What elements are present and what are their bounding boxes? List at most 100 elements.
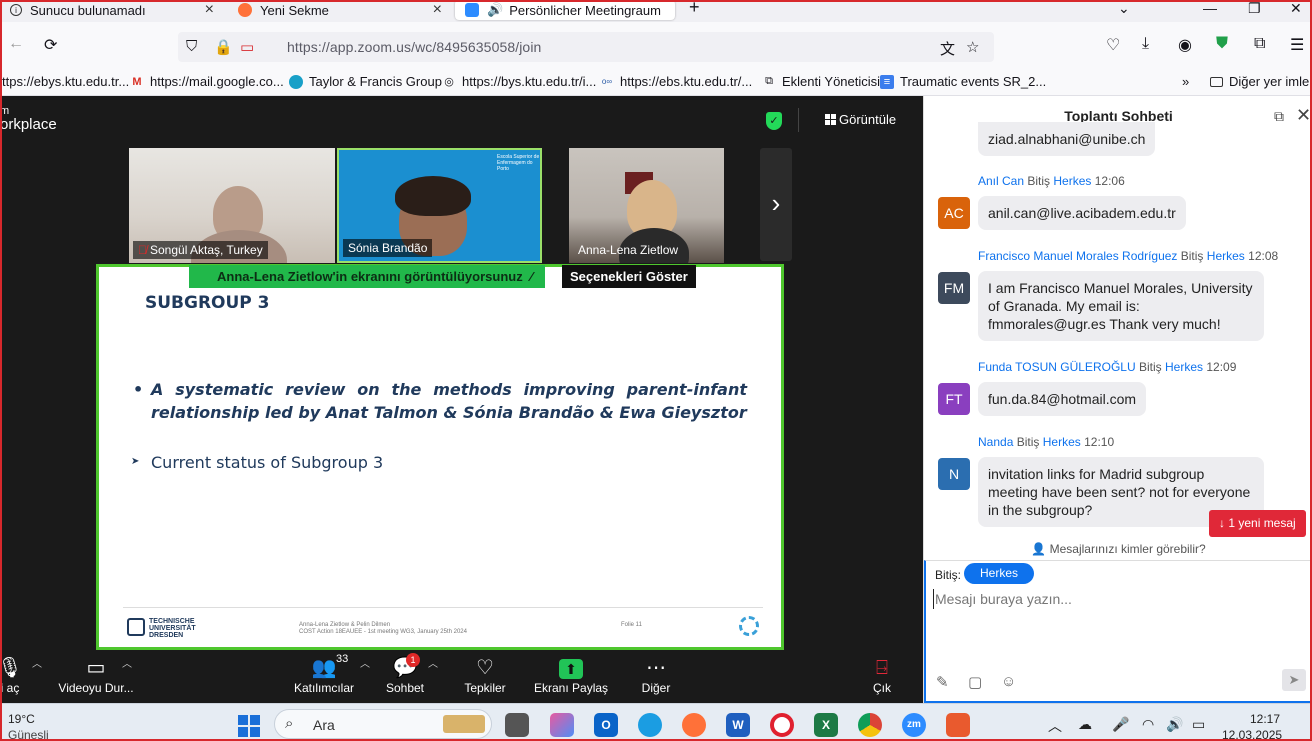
opera-icon[interactable] bbox=[770, 713, 794, 737]
tab-new-tab[interactable]: Yeni Sekme × bbox=[228, 0, 450, 20]
video-tile[interactable]: 🎙̸ Songül Aktaş, Turkey bbox=[129, 148, 335, 263]
close-tab-icon[interactable]: × bbox=[433, 1, 442, 19]
participants-count: 33 bbox=[336, 653, 349, 665]
share-arrow-icon: ⬆ bbox=[559, 659, 583, 679]
microphone-tray-icon[interactable]: 🎤 bbox=[1112, 716, 1129, 733]
chat-message-header: Francisco Manuel Morales Rodríguez Bitiş… bbox=[978, 249, 1279, 263]
next-participants-chevron-icon[interactable]: › bbox=[760, 148, 792, 261]
zoom-app-icon[interactable]: zm bbox=[902, 713, 926, 737]
chat-message-input[interactable] bbox=[933, 589, 1303, 609]
reactions-button[interactable]: ♡ Tepkiler bbox=[460, 655, 510, 695]
new-message-button[interactable]: ↓ 1 yeni mesaj bbox=[1209, 510, 1306, 537]
maximize-button[interactable]: ❐ bbox=[1248, 0, 1261, 17]
share-screen-button[interactable]: ⬆ Ekranı Paylaş bbox=[534, 655, 608, 695]
battery-icon[interactable]: ▭ bbox=[1192, 716, 1205, 733]
account-icon[interactable]: ◉ bbox=[1178, 35, 1192, 55]
url-bar[interactable]: ⛉ 🔒 ▭ https://app.zoom.us/wc/8495635058/… bbox=[178, 32, 994, 62]
emoji-icon[interactable]: ☺ bbox=[1001, 673, 1016, 690]
chrome-icon[interactable] bbox=[858, 713, 882, 737]
minimize-button[interactable]: — bbox=[1203, 0, 1217, 16]
tab-list-chevron-icon[interactable]: ⌄ bbox=[1118, 0, 1130, 17]
video-tile[interactable]: Anna-Lena Zietlow bbox=[569, 148, 724, 263]
participants-options-chevron-icon[interactable]: ︿ bbox=[360, 655, 370, 670]
speaker-icon[interactable]: 🔊 bbox=[487, 2, 503, 18]
tray-chevron-up-icon[interactable]: ︿ bbox=[1048, 716, 1062, 736]
bookmark-folder[interactable]: Diğer yer imleri bbox=[1210, 74, 1312, 89]
taskbar-search[interactable]: ⌕ Ara bbox=[274, 709, 492, 739]
leave-button[interactable]: ⍈ Çık bbox=[866, 655, 898, 695]
snipping-tool-icon[interactable] bbox=[946, 713, 970, 737]
view-button[interactable]: Görüntüle bbox=[798, 108, 896, 132]
send-button[interactable]: ➤ bbox=[1282, 669, 1306, 691]
more-button[interactable]: ⋯ Diğer bbox=[636, 655, 676, 695]
participant-name-tag: 🎙̸ Songül Aktaş, Turkey bbox=[133, 241, 268, 259]
encryption-shield-icon[interactable]: ✓ bbox=[766, 112, 782, 130]
lock-icon[interactable]: 🔒 bbox=[214, 38, 233, 56]
chat-button[interactable]: 💬 Sohbet bbox=[380, 655, 430, 695]
bookmark-item[interactable]: ≡ Traumatic events SR_2... bbox=[880, 74, 1046, 89]
start-button[interactable] bbox=[238, 715, 260, 737]
volume-icon[interactable]: 🔊 bbox=[1166, 716, 1183, 733]
camera-permission-icon[interactable]: ▭ bbox=[240, 38, 254, 56]
chat-message-header: Anıl Can Bitiş Herkes 12:06 bbox=[978, 174, 1125, 188]
downloads-icon[interactable]: ⤓ bbox=[1142, 35, 1149, 53]
bookmark-item[interactable]: o∞ https://ebs.ktu.edu.tr/... bbox=[600, 74, 752, 89]
close-window-button[interactable]: ✕ bbox=[1290, 0, 1302, 17]
wifi-icon[interactable]: ◠ bbox=[1142, 716, 1154, 733]
close-tab-icon[interactable]: × bbox=[205, 1, 214, 19]
bookmark-item[interactable]: ◎ https://bys.ktu.edu.tr/i... bbox=[442, 74, 596, 89]
url-text[interactable]: https://app.zoom.us/wc/8495635058/join bbox=[287, 39, 541, 55]
adblock-shield-icon[interactable]: ⛊ bbox=[1216, 35, 1228, 53]
slide-bullet: • A systematic review on the methods impr… bbox=[133, 380, 747, 422]
extensions-icon[interactable]: ⧉ bbox=[1254, 35, 1265, 53]
show-options-button[interactable]: Seçenekleri Göster bbox=[562, 265, 696, 288]
bookmark-item[interactable]: ⧉ Eklenti Yöneticisi bbox=[762, 74, 880, 89]
browser-nav-bar: ← ⟳ ⛉ 🔒 ▭ https://app.zoom.us/wc/8495635… bbox=[0, 22, 1312, 68]
chat-options-chevron-icon[interactable]: ︿ bbox=[428, 655, 438, 670]
firefox-icon[interactable] bbox=[682, 713, 706, 737]
close-icon[interactable]: ✕ bbox=[1296, 105, 1311, 126]
edge-icon[interactable] bbox=[638, 713, 662, 737]
clock-date[interactable]: 12.03.2025 bbox=[1222, 728, 1282, 741]
format-text-icon[interactable]: ✎ bbox=[936, 673, 949, 691]
file-attach-icon[interactable]: ▢ bbox=[968, 673, 982, 691]
who-can-see-link[interactable]: 👤 Mesajlarınızı kimler görebilir? bbox=[924, 542, 1312, 556]
bookmark-item[interactable]: Taylor & Francis Group bbox=[289, 74, 442, 89]
bookmark-item[interactable]: ttps://ebys.ktu.edu.tr... bbox=[2, 74, 129, 89]
popout-icon[interactable]: ⧉ bbox=[1274, 108, 1284, 125]
bookmark-star-icon[interactable]: ☆ bbox=[966, 38, 979, 56]
task-view-icon[interactable] bbox=[505, 713, 529, 737]
copilot-icon[interactable] bbox=[550, 713, 574, 737]
recipient-dropdown[interactable]: Herkes bbox=[964, 563, 1035, 584]
excel-icon[interactable]: X bbox=[814, 713, 838, 737]
chat-message-text: ziad.alnabhani@unibe.ch bbox=[978, 122, 1156, 156]
audio-options-chevron-icon[interactable]: ︿ bbox=[32, 655, 42, 670]
leave-door-icon: ⍈ bbox=[876, 657, 888, 679]
forward-arrow-icon[interactable]: ⟳ bbox=[44, 35, 57, 55]
weather-temperature[interactable]: 19°C bbox=[8, 712, 35, 726]
clock-time[interactable]: 12:17 bbox=[1250, 712, 1280, 726]
chat-message-header: Funda TOSUN GÜLEROĞLU Bitiş Herkes 12:09 bbox=[978, 360, 1237, 374]
shield-outline-icon[interactable]: ⛉ bbox=[186, 38, 197, 55]
bookmarks-overflow-icon[interactable]: » bbox=[1182, 74, 1189, 89]
new-tab-button[interactable]: + bbox=[689, 0, 700, 18]
tab-server-not-found[interactable]: i Sunucu bulunamadı × bbox=[0, 0, 222, 20]
puzzle-icon: ⧉ bbox=[765, 75, 773, 87]
pocket-icon[interactable]: ♡ bbox=[1106, 35, 1120, 55]
menu-icon[interactable]: ☰ bbox=[1290, 35, 1304, 55]
video-tile-active-speaker[interactable]: Escola Superior de Enfermagem do Porto S… bbox=[337, 148, 542, 263]
tab-title: Yeni Sekme bbox=[260, 2, 329, 18]
video-options-chevron-icon[interactable]: ︿ bbox=[122, 655, 132, 670]
audio-button[interactable]: 🎙 i aç bbox=[0, 655, 28, 695]
weather-description[interactable]: Güneşli bbox=[8, 728, 49, 741]
bookmark-item[interactable]: Mhttps://mail.google.co... bbox=[130, 74, 283, 89]
back-arrow-icon[interactable]: ← bbox=[8, 35, 24, 53]
firefox-icon bbox=[238, 3, 252, 17]
translate-icon[interactable]: 文 bbox=[940, 38, 955, 59]
onedrive-cloud-icon[interactable]: ☁ bbox=[1078, 716, 1092, 733]
tab-zoom-meeting[interactable]: 🔊 Persönlicher Meetingraum bbox=[455, 0, 675, 20]
chat-message-text: anil.can@live.acibadem.edu.tr bbox=[978, 196, 1186, 230]
chat-compose-box: Bitiş: Herkes ✎ ▢ ☺ ➤ bbox=[924, 560, 1312, 703]
outlook-icon[interactable]: O bbox=[594, 713, 618, 737]
word-icon[interactable]: W bbox=[726, 713, 750, 737]
